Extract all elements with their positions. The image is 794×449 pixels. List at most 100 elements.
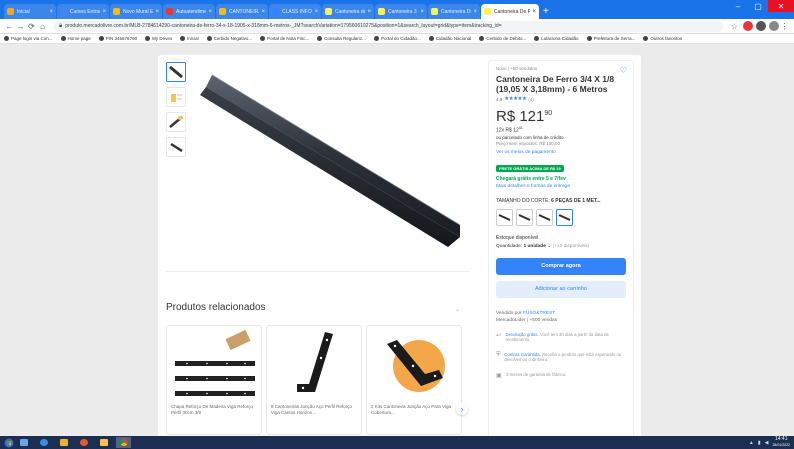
network-icon[interactable]: ▮	[758, 440, 761, 446]
tray-arrow-icon[interactable]: ▲	[749, 440, 754, 446]
back-icon[interactable]: ←	[4, 22, 15, 31]
thumb-angle-bar[interactable]	[166, 62, 186, 82]
size-option[interactable]	[536, 208, 553, 226]
thumb-dimension-diagram[interactable]	[166, 87, 186, 107]
bookmark-item[interactable]: PIN 345678790	[98, 36, 137, 41]
bookmark-favicon	[534, 36, 540, 41]
browser-tab[interactable]: Cantoneira De Fer...×	[428, 4, 480, 19]
tab-close-icon[interactable]: ×	[314, 9, 318, 15]
bookmark-item[interactable]: Prefeitura de Serra...	[586, 36, 635, 41]
bookmark-favicon	[180, 36, 186, 41]
url-bar[interactable]: 🔒︎ produto.mercadolivre.com.br/MLB-27846…	[54, 20, 723, 32]
start-button[interactable]	[2, 437, 16, 448]
taskbar-ie-icon[interactable]	[36, 437, 51, 448]
bookmark-favicon	[479, 36, 485, 41]
size-option[interactable]	[496, 208, 513, 226]
taskbar-explorer-icon[interactable]	[16, 437, 31, 448]
tab-favicon	[60, 8, 67, 15]
minimize-button[interactable]: –	[728, 0, 748, 12]
perk-link[interactable]: Devolução grátis.	[506, 332, 539, 337]
thumb-angle-bar-small[interactable]	[166, 137, 186, 157]
browser-tab[interactable]: Novo Mural Escol...×	[110, 4, 162, 19]
bookmark-item[interactable]: Cerbido Negativo...	[206, 36, 252, 41]
bookmark-item[interactable]: Page login via Con...	[4, 36, 53, 41]
tab-close-icon[interactable]: ×	[420, 9, 424, 15]
browser-tab[interactable]: Inicial ×	[4, 4, 56, 19]
payment-methods-link[interactable]: Ver os meios de pagamento	[496, 150, 626, 155]
tab-close-icon[interactable]: ×	[102, 9, 106, 15]
related-products-title: Produtos relacionados	[166, 302, 266, 313]
browser-tab[interactable]: Cursos Entrada Li...×	[57, 4, 109, 19]
tab-active[interactable]: Cantoneira De Fer...×	[481, 4, 539, 19]
bookmark-item[interactable]: Lulaciona Cidadão	[534, 36, 579, 41]
browser-tab[interactable]: CLASS INFORM...×	[269, 4, 321, 19]
browser-tab[interactable]: Cantoneira de Fe...×	[322, 4, 374, 19]
home-icon[interactable]: ⌂	[37, 22, 48, 31]
tab-close-icon[interactable]: ×	[473, 9, 477, 15]
perk-text: Compra Garantida. Receba o produto que e…	[504, 352, 626, 363]
carousel-next-button[interactable]: ›	[456, 403, 468, 415]
maximize-button[interactable]: ▢	[748, 0, 768, 12]
tab-close-icon[interactable]: ×	[532, 9, 536, 15]
seller-name-link[interactable]: FUSO&TREST	[523, 311, 555, 316]
add-to-cart-button[interactable]: Adicionar ao carrinho	[496, 280, 626, 298]
extension-icon[interactable]	[743, 21, 753, 31]
menu-icon[interactable]: ⋮	[779, 22, 790, 31]
tab-title: Cantoneira De Fer...	[494, 8, 531, 15]
browser-tab[interactable]: CANTONEIRA DE F...×	[216, 4, 268, 19]
bookmark-item[interactable]: Home page	[60, 36, 91, 41]
tab-close-icon[interactable]: ×	[261, 9, 265, 15]
bookmark-favicon	[206, 36, 212, 41]
bookmark-item[interactable]: Cerbido de Débito...	[479, 36, 526, 41]
profile-avatar[interactable]	[769, 21, 779, 31]
tab-close-icon[interactable]: ×	[49, 9, 53, 15]
buy-now-button[interactable]: Comprar agora	[496, 257, 626, 275]
browser-tab[interactable]: Autoatendimento×	[163, 4, 215, 19]
related-product-card[interactable]: 2 Kits Cantoneira Junção Aço Para Viga C…	[366, 325, 462, 435]
bookmark-item[interactable]: Consulta Regulariz...	[317, 36, 366, 41]
related-product-card[interactable]: 8 Cantoneiras Junção Aço Perfil Reforço …	[266, 325, 362, 435]
close-window-button[interactable]: ✕	[768, 0, 794, 12]
seller-label: Vendido por	[496, 310, 523, 316]
tab-close-icon[interactable]: ×	[155, 9, 159, 15]
perk-description: 3 meses de garantia de fábrica.	[506, 371, 567, 377]
bookmark-item[interactable]: My Drives	[145, 36, 172, 41]
bookmark-item[interactable]: Portal de Nota Fisc...	[260, 36, 309, 41]
tab-close-icon[interactable]: ×	[208, 9, 212, 15]
bookmark-item[interactable]: Outros favoritos	[643, 36, 682, 41]
browser-tab[interactable]: Cantoneira 3 Fu...×	[375, 4, 427, 19]
bookmark-label: Inicial	[187, 36, 199, 41]
perk-link[interactable]: Compra Garantida.	[504, 352, 541, 357]
bookmark-item[interactable]: Inicial	[180, 36, 199, 41]
reload-icon[interactable]: ⟳	[26, 22, 37, 31]
forward-icon[interactable]: →	[15, 22, 26, 31]
clock-time: 14:41	[774, 436, 788, 442]
volume-icon[interactable]: ◀	[765, 440, 769, 446]
quantity-selector[interactable]: Quantidade: 1 unidade ⌄ (+10 disponíveis…	[496, 244, 626, 249]
shipping-details-link[interactable]: Mais detalhes e formas de entrega	[496, 184, 626, 189]
bookmark-item[interactable]: Cidadão Nacional	[428, 36, 471, 41]
windows-taskbar: ▲ ▮ ◀ 14:41 28/01/2022	[0, 436, 794, 449]
clock[interactable]: 14:41 28/01/2022	[772, 436, 790, 448]
taskbar-chrome-icon[interactable]	[116, 437, 131, 448]
bookmark-item[interactable]: Portal do Cidadão...	[373, 36, 421, 41]
tab-close-icon[interactable]: ×	[367, 9, 371, 15]
related-product-card[interactable]: Chapa Reforço De Madeira Viga Reforço Pe…	[166, 325, 262, 435]
star-icon[interactable]: ☆	[729, 22, 740, 31]
chevron-down-icon[interactable]: ⌄	[455, 306, 460, 313]
bookmarks-bar: Page login via Con... Home page PIN 345678…	[0, 34, 794, 44]
tab-title: Cantoneira de Fe...	[335, 8, 366, 15]
taskbar-media-icon[interactable]	[76, 437, 91, 448]
product-rating[interactable]: 4.9 ★★★★★ (4)	[496, 96, 626, 102]
size-option-selected[interactable]	[556, 208, 573, 226]
tab-title: Cantoneira De Fer...	[441, 8, 471, 15]
taskbar-folder-icon[interactable]	[96, 437, 111, 448]
bookmark-label: Portal de Nota Fisc...	[267, 36, 310, 41]
size-option[interactable]	[516, 208, 533, 226]
thumb-angle-bar-yellow[interactable]	[166, 112, 186, 132]
main-product-image[interactable]	[198, 65, 468, 255]
heart-icon[interactable]: ♡	[620, 66, 627, 75]
new-tab-button[interactable]: +	[543, 6, 549, 17]
taskbar-store-icon[interactable]	[56, 437, 71, 448]
extensions-puzzle-icon[interactable]	[756, 21, 766, 31]
